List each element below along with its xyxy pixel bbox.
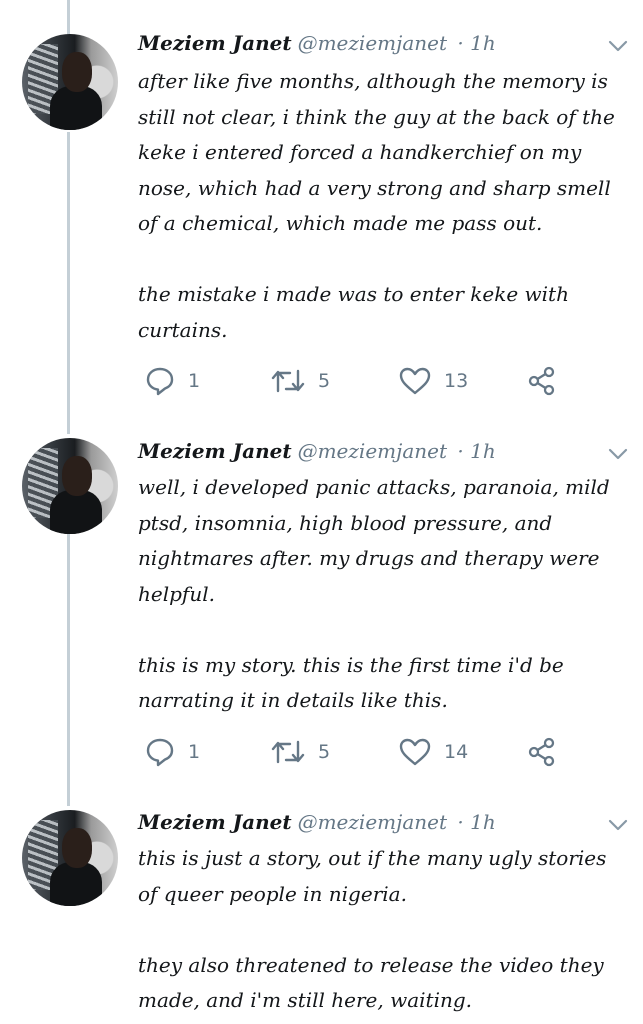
tweet-header: Meziem Janet @meziemjanet · 1h (138, 807, 496, 837)
chevron-down-icon[interactable] (604, 36, 632, 56)
retweet-icon (270, 738, 306, 766)
thread-line (67, 132, 70, 434)
avatar-body (50, 86, 102, 130)
like-button[interactable]: 14 (398, 732, 468, 772)
avatar-face (62, 52, 92, 92)
like-button[interactable]: 13 (398, 361, 468, 401)
avatar-body (50, 862, 102, 906)
tweet-actions: 1 5 13 (138, 361, 578, 401)
share-button[interactable] (526, 361, 558, 401)
display-name[interactable]: Meziem Janet (138, 31, 292, 55)
retweet-button[interactable]: 5 (270, 732, 330, 772)
tweet-header: Meziem Janet @meziemjanet · 1h (138, 436, 496, 466)
reply-icon (144, 736, 176, 768)
thread-line (67, 510, 70, 806)
like-count: 14 (444, 741, 469, 763)
share-icon (526, 736, 558, 768)
retweet-count: 5 (318, 741, 331, 763)
share-icon (526, 365, 558, 397)
chevron-down-icon[interactable] (604, 815, 632, 835)
timestamp[interactable]: · 1h (457, 439, 495, 463)
share-button[interactable] (526, 732, 558, 772)
reply-icon (144, 365, 176, 397)
avatar[interactable] (22, 810, 118, 906)
chevron-down-icon[interactable] (604, 444, 632, 464)
heart-icon (398, 737, 432, 767)
display-name[interactable]: Meziem Janet (138, 810, 292, 834)
avatar-body (50, 490, 102, 534)
user-handle[interactable]: @meziemjanet (298, 810, 447, 834)
like-count: 13 (444, 370, 469, 392)
reply-count: 1 (188, 370, 201, 392)
display-name[interactable]: Meziem Janet (138, 439, 292, 463)
tweet-text: after like five months, although the mem… (138, 69, 615, 342)
tweet-text: well, i developed panic attacks, paranoi… (138, 475, 610, 712)
user-handle[interactable]: @meziemjanet (298, 31, 447, 55)
heart-icon (398, 366, 432, 396)
reply-button[interactable]: 1 (144, 361, 200, 401)
avatar[interactable] (22, 438, 118, 534)
timestamp[interactable]: · 1h (457, 31, 495, 55)
retweet-count: 5 (318, 370, 331, 392)
reply-count: 1 (188, 741, 201, 763)
user-handle[interactable]: @meziemjanet (298, 439, 447, 463)
tweet-actions: 1 5 14 (138, 732, 578, 772)
retweet-button[interactable]: 5 (270, 361, 330, 401)
avatar-face (62, 456, 92, 496)
avatar-face (62, 828, 92, 868)
retweet-icon (270, 367, 306, 395)
timestamp[interactable]: · 1h (457, 810, 495, 834)
avatar[interactable] (22, 34, 118, 130)
tweet-text: this is just a story, out if the many ug… (138, 846, 607, 1012)
reply-button[interactable]: 1 (144, 732, 200, 772)
tweet-header: Meziem Janet @meziemjanet · 1h (138, 28, 496, 58)
